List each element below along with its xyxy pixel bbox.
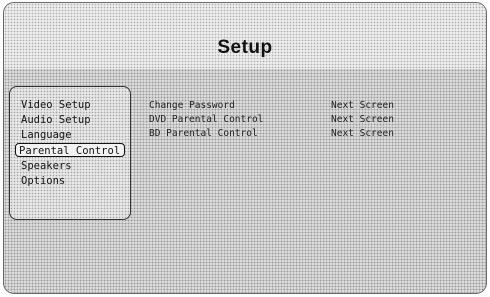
setup-screen: Setup Video Setup Audio Setup Language P…	[3, 2, 487, 294]
menu-item-audio-setup[interactable]: Audio Setup	[21, 113, 91, 127]
setting-change-password-label[interactable]: Change Password	[149, 99, 235, 112]
page-title: Setup	[217, 37, 273, 58]
setting-bd-parental-control-value[interactable]: Next Screen	[331, 127, 394, 140]
setting-dvd-parental-control-label[interactable]: DVD Parental Control	[149, 113, 263, 126]
setting-change-password-value[interactable]: Next Screen	[331, 99, 394, 112]
setting-dvd-parental-control-value[interactable]: Next Screen	[331, 113, 394, 126]
header-band: Setup	[4, 3, 486, 69]
menu-item-parental-control[interactable]: Parental Control	[15, 143, 125, 157]
menu-item-options[interactable]: Options	[21, 174, 65, 188]
setting-bd-parental-control-label[interactable]: BD Parental Control	[149, 127, 258, 140]
menu-item-language[interactable]: Language	[21, 128, 72, 142]
menu-item-video-setup[interactable]: Video Setup	[21, 98, 91, 112]
menu-item-speakers[interactable]: Speakers	[21, 159, 72, 173]
